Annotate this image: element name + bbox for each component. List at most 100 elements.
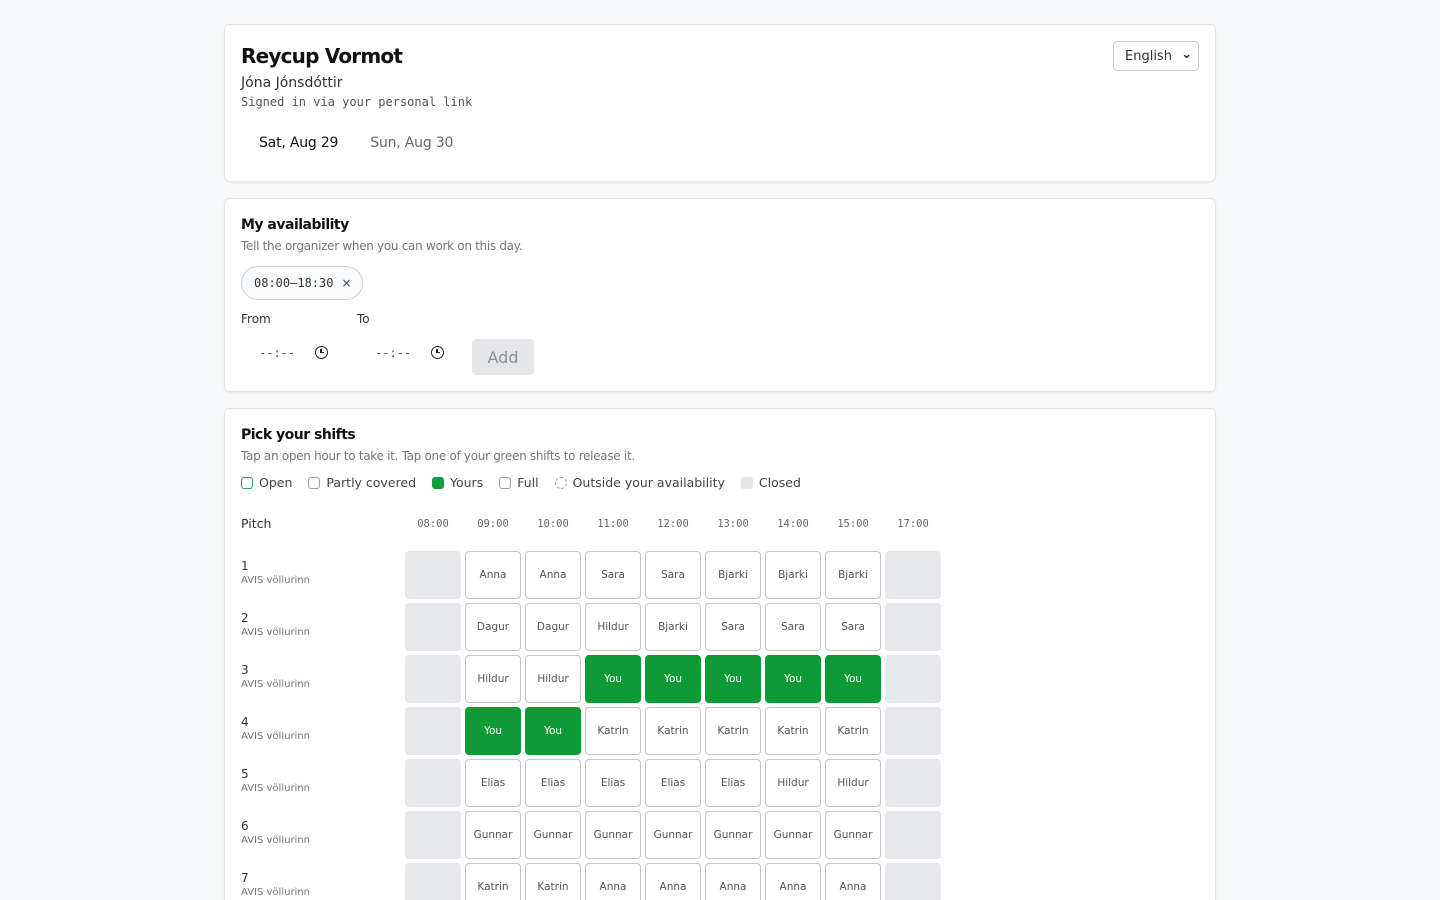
shift-cell-taken[interactable]: Hildur bbox=[465, 655, 521, 703]
tab-day-sat[interactable]: Sat, Aug 29 bbox=[243, 133, 354, 153]
shift-cell-taken[interactable]: Katrin bbox=[585, 707, 641, 755]
legend-label: Outside your availability bbox=[572, 475, 725, 490]
shift-cell-taken[interactable]: Elias bbox=[645, 759, 701, 807]
pitch-row: 1 AVIS völlurinn Anna Anna Sara Sara Bjarki Bja… bbox=[225, 551, 1215, 599]
pitch-row: 7 AVIS völlurinn Katrin Katrin Anna Anna Anna A… bbox=[225, 863, 1215, 900]
shift-cell-closed bbox=[885, 759, 941, 807]
shift-cell-taken[interactable]: Bjarki bbox=[765, 551, 821, 599]
from-time-input[interactable]: --:-- bbox=[241, 341, 331, 365]
pitch-name: 3 bbox=[241, 663, 249, 677]
shift-cell-taken[interactable]: Hildur bbox=[585, 603, 641, 651]
tab-day-sun[interactable]: Sun, Aug 30 bbox=[354, 133, 469, 153]
shift-cell-taken[interactable]: Katrin bbox=[825, 707, 881, 755]
shift-cell-taken[interactable]: Dagur bbox=[525, 603, 581, 651]
shift-cell-taken[interactable]: Anna bbox=[465, 551, 521, 599]
shift-cell-taken[interactable]: Anna bbox=[585, 863, 641, 900]
clock-icon[interactable] bbox=[315, 346, 328, 359]
language-selected: English bbox=[1125, 48, 1172, 64]
legend-item-partly: Partly covered bbox=[308, 475, 416, 490]
legend-item-closed: Closed bbox=[740, 475, 801, 490]
shift-cell-taken[interactable]: Anna bbox=[765, 863, 821, 900]
shift-cell-taken[interactable]: Gunnar bbox=[645, 811, 701, 859]
hour-label: 15:00 bbox=[837, 518, 869, 530]
shift-cell-closed bbox=[405, 863, 461, 900]
legend-item-full: Full bbox=[499, 475, 539, 490]
shift-cell-taken[interactable]: Sara bbox=[645, 551, 701, 599]
pitch-row: 6 AVIS völlurinn Gunnar Gunnar Gunnar Gunnar G… bbox=[225, 811, 1215, 859]
pitch-column-header: Pitch bbox=[241, 516, 272, 531]
shift-cell-closed bbox=[885, 707, 941, 755]
to-time-input[interactable]: --:-- bbox=[357, 341, 447, 365]
legend-item-open: Open bbox=[241, 475, 292, 490]
shift-cell-taken[interactable]: Anna bbox=[525, 551, 581, 599]
shift-cell-taken[interactable]: Sara bbox=[825, 603, 881, 651]
signed-in-note: Signed in via your personal link bbox=[241, 95, 473, 109]
shift-cell-taken[interactable]: Bjarki bbox=[645, 603, 701, 651]
shifts-subtitle: Tap an open hour to take it. Tap one of … bbox=[241, 449, 635, 463]
shift-cell-taken[interactable]: Katrin bbox=[765, 707, 821, 755]
pitch-row: 4 AVIS völlurinn You You Katrin Katrin Katrin K… bbox=[225, 707, 1215, 755]
shift-cell-taken[interactable]: Katrin bbox=[465, 863, 521, 900]
pitch-location: AVIS völlurinn bbox=[241, 783, 311, 794]
shift-cell-taken[interactable]: Gunnar bbox=[465, 811, 521, 859]
pitch-location: AVIS völlurinn bbox=[241, 887, 311, 898]
shift-cell-yours[interactable]: You bbox=[525, 707, 581, 755]
shift-cell-taken[interactable]: Gunnar bbox=[585, 811, 641, 859]
shift-cell-closed bbox=[885, 811, 941, 859]
shift-cell-taken[interactable]: Katrin bbox=[645, 707, 701, 755]
shift-cell-taken[interactable]: Anna bbox=[705, 863, 761, 900]
shift-cell-taken[interactable]: Elias bbox=[525, 759, 581, 807]
availability-range-chip: 08:00–18:30 × bbox=[241, 266, 363, 300]
availability-title: My availability bbox=[241, 217, 349, 233]
shift-cell-taken[interactable]: Bjarki bbox=[825, 551, 881, 599]
shift-cell-closed bbox=[405, 811, 461, 859]
shift-cell-taken[interactable]: Anna bbox=[645, 863, 701, 900]
yours-swatch-icon bbox=[432, 476, 445, 489]
shift-cell-taken[interactable]: Elias bbox=[585, 759, 641, 807]
pitch-name: 7 bbox=[241, 871, 249, 885]
shift-cell-taken[interactable]: Dagur bbox=[465, 603, 521, 651]
remove-range-icon[interactable]: × bbox=[341, 276, 351, 290]
shifts-title: Pick your shifts bbox=[241, 427, 356, 443]
hour-label: 11:00 bbox=[597, 518, 629, 530]
shift-cell-taken[interactable]: Sara bbox=[765, 603, 821, 651]
event-title: Reycup Vormot bbox=[241, 44, 403, 68]
to-label: To bbox=[357, 312, 370, 326]
shift-cell-taken[interactable]: Gunnar bbox=[765, 811, 821, 859]
legend-label: Yours bbox=[450, 475, 484, 490]
hour-label: 09:00 bbox=[477, 518, 509, 530]
shift-cell-taken[interactable]: Bjarki bbox=[705, 551, 761, 599]
shift-cell-taken[interactable]: Gunnar bbox=[825, 811, 881, 859]
shift-cell-taken[interactable]: Gunnar bbox=[525, 811, 581, 859]
shift-cell-closed bbox=[405, 655, 461, 703]
shift-cell-closed bbox=[405, 603, 461, 651]
shift-cell-yours[interactable]: You bbox=[705, 655, 761, 703]
shift-cell-yours[interactable]: You bbox=[765, 655, 821, 703]
add-availability-button[interactable]: Add bbox=[472, 339, 534, 375]
shift-cell-taken[interactable]: Elias bbox=[705, 759, 761, 807]
shift-cell-yours[interactable]: You bbox=[465, 707, 521, 755]
pitch-location: AVIS völlurinn bbox=[241, 679, 311, 690]
pitch-name: 2 bbox=[241, 611, 249, 625]
shift-cell-yours[interactable]: You bbox=[585, 655, 641, 703]
shift-cell-taken[interactable]: Anna bbox=[825, 863, 881, 900]
shift-cell-taken[interactable]: Gunnar bbox=[705, 811, 761, 859]
pitch-row: 3 AVIS völlurinn Hildur Hildur You You You You Y… bbox=[225, 655, 1215, 703]
shift-cell-taken[interactable]: Hildur bbox=[525, 655, 581, 703]
shift-cell-yours[interactable]: You bbox=[825, 655, 881, 703]
shift-cell-taken[interactable]: Sara bbox=[585, 551, 641, 599]
clock-icon[interactable] bbox=[431, 346, 444, 359]
language-select[interactable]: English ⌄ bbox=[1113, 41, 1199, 71]
shift-cell-taken[interactable]: Sara bbox=[705, 603, 761, 651]
shift-cell-taken[interactable]: Hildur bbox=[765, 759, 821, 807]
hour-label: 08:00 bbox=[417, 518, 449, 530]
shift-cell-closed bbox=[405, 551, 461, 599]
shift-cell-yours[interactable]: You bbox=[645, 655, 701, 703]
shift-cell-closed bbox=[885, 655, 941, 703]
shift-cell-taken[interactable]: Elias bbox=[465, 759, 521, 807]
shift-cell-taken[interactable]: Katrin bbox=[525, 863, 581, 900]
shift-legend: Open Partly covered Yours Full Outside y… bbox=[241, 475, 817, 490]
legend-label: Full bbox=[517, 475, 539, 490]
shift-cell-taken[interactable]: Katrin bbox=[705, 707, 761, 755]
shift-cell-taken[interactable]: Hildur bbox=[825, 759, 881, 807]
